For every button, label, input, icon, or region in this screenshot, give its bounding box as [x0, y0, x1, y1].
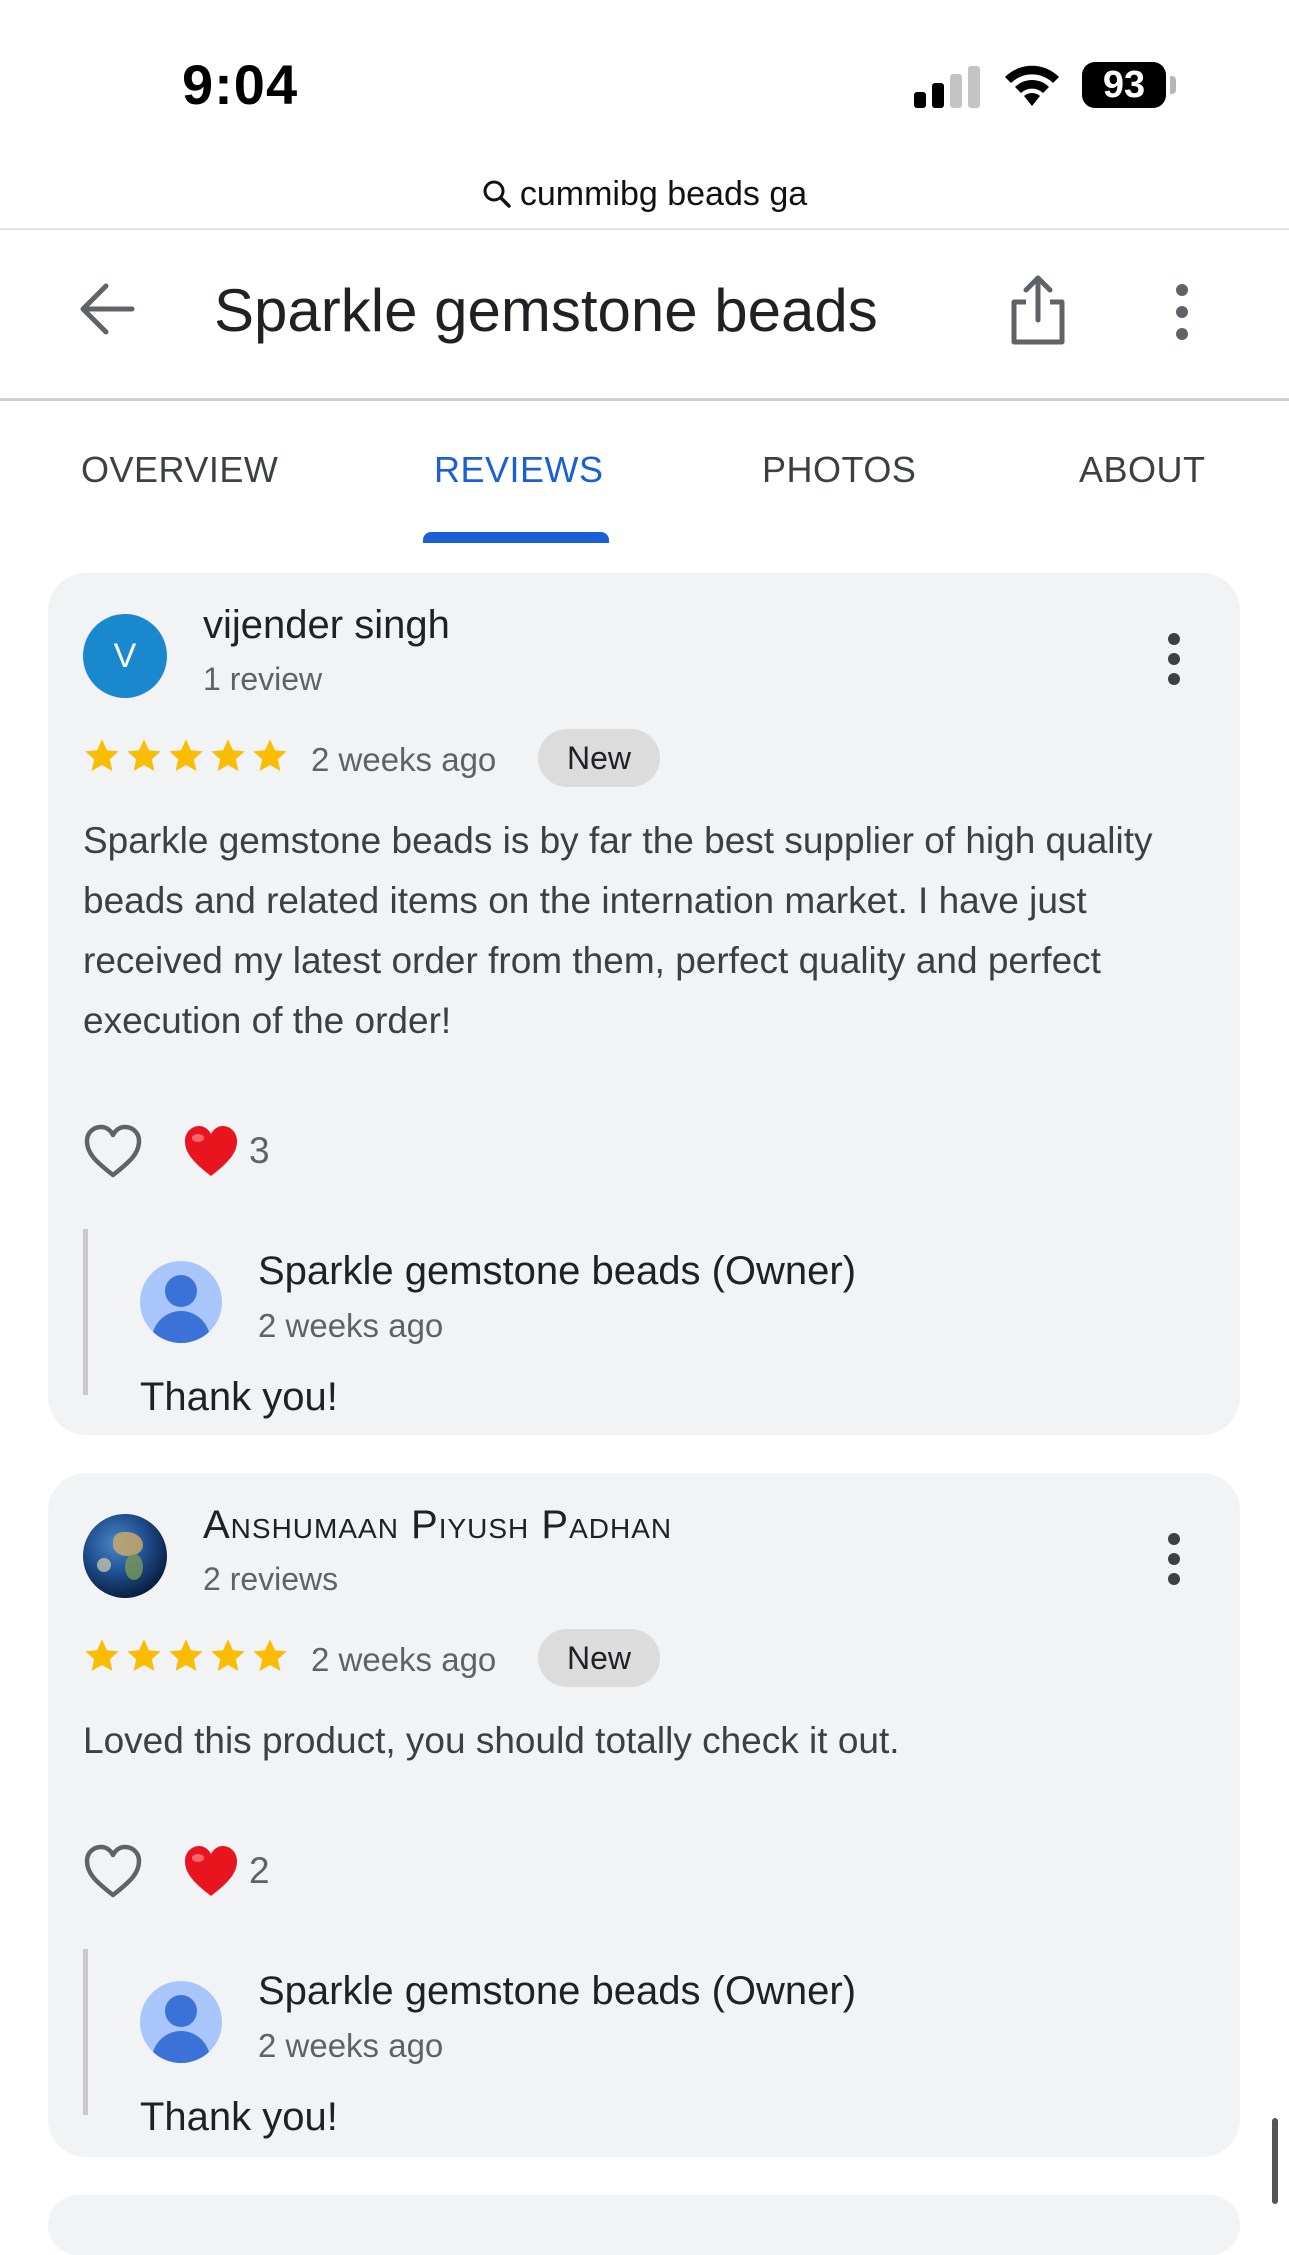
owner-reply: Sparkle gemstone beads (Owner) 2 weeks a… [83, 1949, 1188, 2139]
battery-level: 93 [1082, 62, 1166, 108]
page-title: Sparkle gemstone beads [214, 277, 878, 344]
star-icon [85, 1639, 119, 1672]
new-badge: New [538, 729, 660, 787]
scrollbar[interactable] [1272, 2118, 1278, 2204]
tab-about[interactable]: ABOUT [1079, 449, 1206, 491]
reviewer-name[interactable]: vijender singh [203, 603, 450, 648]
url-bar[interactable]: cummibg beads ga [0, 160, 1289, 228]
tab-photos[interactable]: PHOTOS [762, 449, 916, 491]
star-icon [85, 739, 119, 772]
more-vertical-icon[interactable] [1162, 631, 1186, 687]
reviewer-avatar[interactable] [83, 1514, 167, 1598]
more-vertical-icon[interactable] [1162, 1531, 1186, 1587]
owner-avatar [140, 1981, 222, 2063]
url-query: cummibg beads ga [519, 174, 808, 213]
reviewer-avatar[interactable]: V [83, 614, 167, 698]
status-time: 9:04 [182, 53, 299, 116]
reaction-count: 3 [249, 1130, 270, 1171]
review-date: 2 weeks ago [311, 1641, 497, 1678]
red-heart-icon[interactable] [183, 1124, 239, 1178]
heart-outline-icon[interactable] [83, 1123, 143, 1179]
status-bar: 9:04 93 [0, 0, 1289, 160]
reaction-row: 2 [83, 1843, 270, 1899]
owner-reply-text: Thank you! [140, 2095, 338, 2139]
star-icon [127, 739, 161, 772]
owner-reply-text: Thank you! [140, 1375, 338, 1419]
star-icon [211, 739, 245, 772]
reviewer-name[interactable]: Anshumaan Piyush Padhan [203, 1503, 672, 1548]
review-card: Anshumaan Piyush Padhan 2 reviews 2 week… [48, 1473, 1240, 2157]
owner-reply-date: 2 weeks ago [258, 1307, 444, 1344]
review-date: 2 weeks ago [311, 741, 497, 778]
reviewer-review-count: 1 review [203, 661, 323, 697]
wifi-icon [1005, 65, 1059, 106]
star-icon [253, 1639, 287, 1672]
owner-reply-date: 2 weeks ago [258, 2027, 444, 2064]
share-icon[interactable] [1006, 274, 1070, 346]
star-icon [127, 1639, 161, 1672]
star-rating [83, 1637, 289, 1675]
red-heart-icon[interactable] [183, 1844, 239, 1898]
owner-avatar [140, 1261, 222, 1343]
star-icon [211, 1639, 245, 1672]
review-card: V vijender singh 1 review 2 weeks ago Ne… [48, 573, 1240, 1435]
review-text: Sparkle gemstone beads is by far the bes… [83, 820, 1153, 1041]
heart-outline-icon[interactable] [83, 1843, 143, 1899]
battery-icon: 93 [1082, 62, 1178, 108]
reaction-row: 3 [83, 1123, 270, 1179]
reaction-count: 2 [249, 1850, 270, 1891]
review-card [48, 2195, 1240, 2255]
signal-icon [914, 66, 980, 108]
tab-overview[interactable]: OVERVIEW [81, 449, 278, 491]
new-badge: New [538, 1629, 660, 1687]
star-rating [83, 737, 289, 775]
tab-bar: OVERVIEW REVIEWS PHOTOS ABOUT [0, 401, 1289, 544]
owner-name: Sparkle gemstone beads (Owner) [258, 1249, 857, 1293]
search-icon [483, 180, 511, 208]
owner-name: Sparkle gemstone beads (Owner) [258, 1969, 857, 2013]
more-vertical-icon[interactable] [1164, 282, 1200, 342]
back-arrow-icon[interactable] [78, 280, 136, 338]
reviews-list: V vijender singh 1 review 2 weeks ago Ne… [0, 543, 1289, 2255]
star-icon [169, 1639, 203, 1672]
tab-reviews[interactable]: REVIEWS [434, 449, 604, 491]
reviewer-review-count: 2 reviews [203, 1561, 339, 1597]
star-icon [253, 739, 287, 772]
app-header: Sparkle gemstone beads [0, 230, 1289, 398]
owner-reply: Sparkle gemstone beads (Owner) 2 weeks a… [83, 1229, 1188, 1419]
star-icon [169, 739, 203, 772]
review-text: Loved this product, you should totally c… [83, 1720, 900, 1761]
